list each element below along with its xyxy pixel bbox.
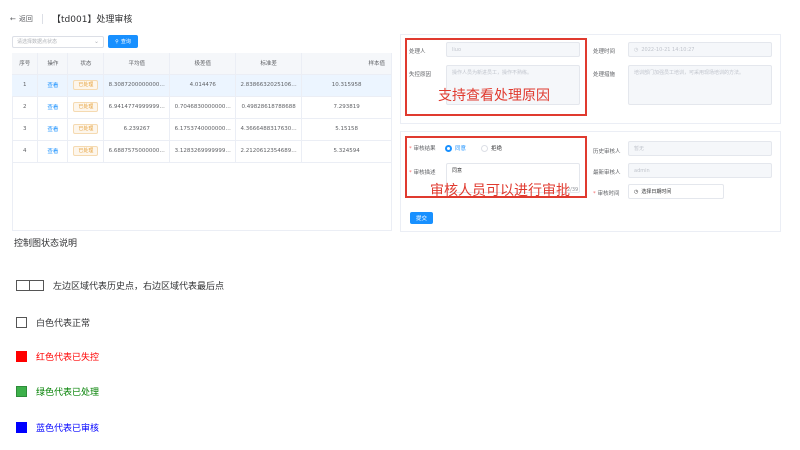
history-reviewer-label: 历史审核人	[593, 149, 621, 155]
table-row[interactable]: 4 查看 已处理 6.6887575000000… 3.128326999999…	[12, 140, 392, 163]
chevron-down-icon: ⌄	[93, 38, 99, 45]
cell-range: 3.1283269999999…	[169, 140, 237, 163]
cell-index: 1	[12, 74, 39, 97]
table-row[interactable]: 3 查看 已处理 6.239267 6.1753740000000… 4.366…	[12, 118, 392, 141]
handle-time-input[interactable]: ◷ 2022-10-21 14:10:27	[628, 42, 772, 57]
arrow-left-icon: ←	[10, 15, 16, 23]
view-link[interactable]: 查看	[37, 74, 69, 97]
annotation-review-text: 审核人员可以进行审批	[430, 183, 570, 199]
table-row[interactable]: 2 查看 已处理 6.9414774999999… 0.704683000000…	[12, 96, 392, 119]
status-badge: 已处理	[73, 124, 99, 134]
cell-status: 已处理	[67, 74, 105, 97]
view-link[interactable]: 查看	[37, 96, 69, 119]
col-header-sample: 样本值	[301, 53, 392, 75]
handle-time-label: 处理时间	[593, 49, 616, 55]
col-header-status: 状态	[67, 53, 105, 75]
legend-item-red: 红色代表已失控	[16, 350, 99, 363]
review-time-label: * 审核时间	[593, 191, 620, 197]
legend-item-white: 白色代表正常	[16, 316, 90, 329]
legend-box-left	[16, 280, 30, 291]
cell-range: 4.014476	[169, 74, 237, 97]
legend-box-blue	[16, 422, 27, 433]
legend-split-box	[16, 280, 44, 291]
status-badge: 已处理	[73, 146, 99, 156]
legend-item-blue: 蓝色代表已审核	[16, 421, 99, 434]
measure-placeholder: 培训部门加强员工培训，可采用现场培训的方法。	[634, 70, 745, 76]
cell-index: 2	[12, 96, 39, 119]
back-button[interactable]: ← 返回	[10, 14, 33, 24]
col-header-stddev: 标准差	[235, 53, 303, 75]
query-label: 查询	[120, 39, 131, 45]
col-header-index: 序号	[12, 53, 39, 75]
cell-status: 已处理	[67, 140, 105, 163]
col-header-range: 极差值	[169, 53, 237, 75]
legend-text: 红色代表已失控	[36, 353, 100, 363]
data-table: 序号 操作 状态 平均值 极差值 标准差 样本值 1 查看 已处理 8.3087…	[12, 53, 392, 163]
status-badge: 已处理	[73, 80, 99, 90]
cell-sample: 5.324594	[301, 140, 392, 163]
col-header-average: 平均值	[103, 53, 171, 75]
legend-text: 左边区域代表历史点，右边区域代表最后点	[53, 282, 225, 292]
back-label: 返回	[18, 15, 33, 23]
cell-average: 8.3087200000000…	[103, 74, 171, 97]
cell-range: 0.7046830000000…	[169, 96, 237, 119]
review-time-picker[interactable]: ◷ 选择日期时间	[628, 184, 724, 199]
annotation-reason-text: 支持查看处理原因	[438, 88, 550, 104]
status-filter-placeholder: 请选择数据点状态	[17, 39, 58, 45]
handle-time-value: 2022-10-21 14:10:27	[641, 46, 695, 53]
latest-reviewer-input[interactable]: admin	[628, 163, 772, 178]
submit-button[interactable]: 提交	[410, 212, 433, 224]
view-link[interactable]: 查看	[37, 118, 69, 141]
header-divider	[42, 14, 43, 24]
measure-textarea[interactable]: 培训部门加强员工培训，可采用现场培训的方法。	[628, 65, 772, 105]
history-reviewer-value: 暂无	[634, 146, 645, 152]
view-link[interactable]: 查看	[37, 140, 69, 163]
cell-stddev: 2.2120612354689…	[235, 140, 303, 163]
table-header-row: 序号 操作 状态 平均值 极差值 标准差 样本值	[12, 53, 392, 75]
cell-sample: 10.315958	[301, 74, 392, 97]
history-reviewer-input[interactable]: 暂无	[628, 141, 772, 156]
legend-box-right	[30, 280, 44, 291]
table-row[interactable]: 1 查看 已处理 8.3087200000000… 4.014476 2.838…	[12, 74, 392, 97]
clock-icon: ◷	[634, 188, 639, 195]
legend-box-white	[16, 317, 27, 328]
cell-sample: 5.15158	[301, 118, 392, 141]
clock-icon: ◷	[634, 46, 639, 53]
legend-text: 绿色代表已处理	[36, 388, 100, 398]
cell-average: 6.6887575000000…	[103, 140, 171, 163]
cell-stddev: 2.8386632025106…	[235, 74, 303, 97]
cell-status: 已处理	[67, 96, 105, 119]
cell-stddev: 4.3666488317630…	[235, 118, 303, 141]
review-time-label-text: 审核时间	[597, 191, 620, 197]
legend-box-red	[16, 351, 27, 362]
legend-item-green: 绿色代表已处理	[16, 385, 99, 398]
legend-title: 控制图状态说明	[14, 239, 78, 249]
legend-box-green	[16, 386, 27, 397]
cell-average: 6.239267	[103, 118, 171, 141]
cell-status: 已处理	[67, 118, 105, 141]
status-badge: 已处理	[73, 102, 99, 112]
review-time-placeholder: 选择日期时间	[641, 189, 672, 195]
cell-range: 6.1753740000000…	[169, 118, 237, 141]
status-filter-select[interactable]: 请选择数据点状态 ⌄	[12, 36, 104, 48]
legend-text: 蓝色代表已审核	[36, 424, 100, 434]
page-title: 【td001】处理审核	[52, 15, 133, 25]
cell-average: 6.9414774999999…	[103, 96, 171, 119]
cell-index: 4	[12, 140, 39, 163]
legend-text: 白色代表正常	[36, 319, 91, 329]
query-button[interactable]: ⚲ 查询	[108, 35, 138, 48]
cell-stddev: 0.49828618788688	[235, 96, 303, 119]
measure-label: 处理措施	[593, 72, 616, 78]
latest-reviewer-label: 最新审核人	[593, 170, 621, 176]
search-icon: ⚲	[115, 38, 119, 45]
latest-reviewer-value: admin	[634, 167, 650, 174]
cell-index: 3	[12, 118, 39, 141]
col-header-action: 操作	[37, 53, 69, 75]
cell-sample: 7.293819	[301, 96, 392, 119]
legend-item-split: 左边区域代表历史点，右边区域代表最后点	[16, 279, 224, 292]
